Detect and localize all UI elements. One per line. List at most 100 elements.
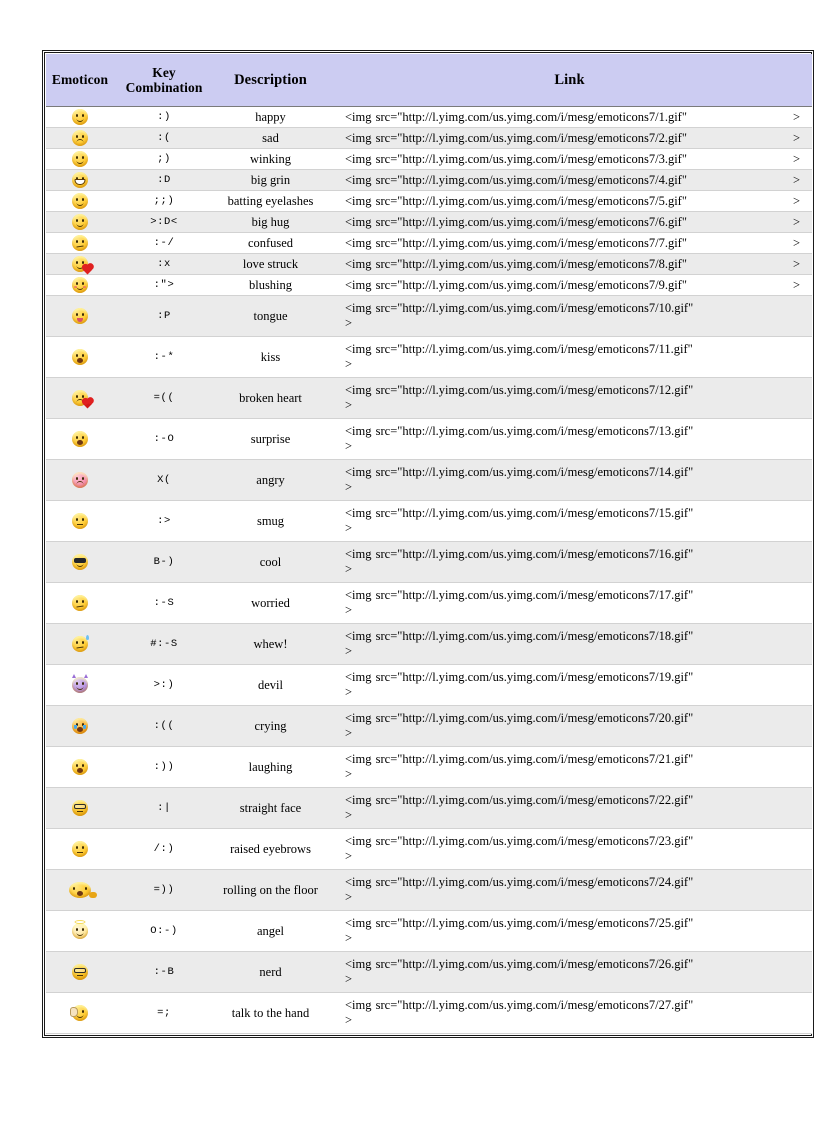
description-cell: nerd (214, 951, 327, 993)
key-combination-cell: :x (114, 253, 214, 275)
table-row: :-* kiss <img src="http://l.yimg.com/us.yi… (46, 336, 812, 378)
key-combination-cell: #:-S (114, 623, 214, 665)
description-cell: confused (214, 232, 327, 254)
emoticon-table-frame: Emoticon Key Combination Description Lin… (42, 50, 814, 1038)
emoticon-icon (46, 148, 114, 170)
key-combination-cell: =; (114, 992, 214, 1034)
description-cell: rolling on the floor (214, 869, 327, 911)
key-combination-cell: O:-) (114, 910, 214, 952)
key-combination-cell: =)) (114, 869, 214, 911)
description-cell: broken heart (214, 377, 327, 419)
link-markup-tail: > (345, 931, 353, 945)
table-row: :-/confused <img src="http://l.yimg.com/u… (46, 232, 812, 254)
key-combination-line2: Combination (125, 80, 203, 95)
description-cell: crying (214, 705, 327, 747)
table-row: :(sad <img src="http://l.yimg.com/us.yimg… (46, 127, 812, 149)
key-combination-cell: :)) (114, 746, 214, 788)
link-markup-tail: > (792, 151, 800, 166)
link-cell: <img src="http://l.yimg.com/us.yimg.com/… (327, 992, 812, 1034)
key-combination-cell: :> (114, 500, 214, 542)
link-markup-text: <img src="http://l.yimg.com/us.yimg.com/… (345, 193, 687, 208)
link-markup-text: <img src="http://l.yimg.com/us.yimg.com/… (345, 588, 694, 602)
key-combination-cell: :-/ (114, 232, 214, 254)
link-markup-text: <img src="http://l.yimg.com/us.yimg.com/… (345, 752, 694, 766)
table-header-row: Emoticon Key Combination Description Lin… (46, 54, 812, 107)
link-cell: <img src="http://l.yimg.com/us.yimg.com/… (327, 541, 812, 583)
link-markup-tail: > (345, 1013, 353, 1027)
emoticon-icon (46, 500, 114, 542)
emoticon-icon (46, 869, 114, 911)
emoticon-icon (46, 705, 114, 747)
link-markup-text: <img src="http://l.yimg.com/us.yimg.com/… (345, 235, 687, 250)
table-row: B-) cool <img src="http://l.yimg.com/us.yi… (46, 541, 812, 583)
link-cell: <img src="http://l.yimg.com/us.yimg.com/… (327, 951, 812, 993)
emoticon-icon (46, 377, 114, 419)
column-header-description: Description (214, 54, 327, 107)
description-cell: devil (214, 664, 327, 706)
table-row: >:) devil <img src="http://l.yimg.com/us.y… (46, 664, 812, 706)
table-row: :D big grin <img src="http://l.yimg.com/us… (46, 169, 812, 191)
table-row: /:) raised eyebrows <img src="http://l.yim… (46, 828, 812, 870)
table-row: =)) rolling on the floor <img src="http://… (46, 869, 812, 911)
description-cell: straight face (214, 787, 327, 829)
emoticon-icon (46, 459, 114, 501)
link-markup-text: <img src="http://l.yimg.com/us.yimg.com/… (345, 670, 694, 684)
description-cell: raised eyebrows (214, 828, 327, 870)
link-cell: <img src="http://l.yimg.com/us.yimg.com/… (327, 274, 812, 296)
link-markup-tail: > (345, 685, 353, 699)
description-cell: batting eyelashes (214, 190, 327, 212)
link-markup-tail: > (792, 214, 800, 229)
table-row: :-B nerd <img src="http://l.yimg.com/us.yi… (46, 951, 812, 993)
table-row: :)) laughing <img src="http://l.yimg.com/u… (46, 746, 812, 788)
link-markup-tail: > (345, 808, 353, 822)
key-combination-cell: :"> (114, 274, 214, 296)
table-row: :((crying <img src="http://l.yimg.com/us.… (46, 705, 812, 747)
emoticon-icon (46, 787, 114, 829)
link-markup-tail: > (792, 193, 800, 208)
link-markup-tail: > (345, 767, 353, 781)
link-cell: <img src="http://l.yimg.com/us.yimg.com/… (327, 787, 812, 829)
column-header-emoticon: Emoticon (46, 54, 114, 107)
link-markup-text: <img src="http://l.yimg.com/us.yimg.com/… (345, 465, 694, 479)
link-markup-text: <img src="http://l.yimg.com/us.yimg.com/… (345, 834, 694, 848)
table-header: Emoticon Key Combination Description Lin… (46, 54, 812, 107)
emoticon-icon (46, 418, 114, 460)
description-cell: blushing (214, 274, 327, 296)
link-markup-text: <img src="http://l.yimg.com/us.yimg.com/… (345, 547, 694, 561)
link-cell: <img src="http://l.yimg.com/us.yimg.com/… (327, 169, 812, 191)
key-combination-cell: /:) (114, 828, 214, 870)
link-markup-text: <img src="http://l.yimg.com/us.yimg.com/… (345, 109, 687, 124)
table-row: ;) winking <img src="http://l.yimg.com/us.… (46, 148, 812, 170)
table-row: :"> blushing <img src="http://l.yimg.com/u… (46, 274, 812, 296)
link-markup-tail: > (345, 972, 353, 986)
description-cell: sad (214, 127, 327, 149)
link-markup-text: <img src="http://l.yimg.com/us.yimg.com/… (345, 277, 687, 292)
key-combination-cell: :D (114, 169, 214, 191)
description-cell: surprise (214, 418, 327, 460)
key-combination-cell: >:) (114, 664, 214, 706)
link-markup-tail: > (345, 480, 353, 494)
key-combination-cell: :) (114, 106, 214, 128)
link-cell: <img src="http://l.yimg.com/us.yimg.com/… (327, 190, 812, 212)
link-markup-tail: > (345, 644, 353, 658)
table-row: =((broken heart <img src="http://l.yimg.c… (46, 377, 812, 419)
link-cell: <img src="http://l.yimg.com/us.yimg.com/… (327, 746, 812, 788)
description-cell: tongue (214, 295, 327, 337)
link-cell: <img src="http://l.yimg.com/us.yimg.com/… (327, 253, 812, 275)
emoticon-icon (46, 664, 114, 706)
link-markup-tail: > (345, 316, 353, 330)
link-cell: <img src="http://l.yimg.com/us.yimg.com/… (327, 418, 812, 460)
link-cell: <img src="http://l.yimg.com/us.yimg.com/… (327, 211, 812, 233)
emoticon-icon (46, 274, 114, 296)
link-cell: <img src="http://l.yimg.com/us.yimg.com/… (327, 106, 812, 128)
emoticon-icon (46, 828, 114, 870)
link-markup-tail: > (345, 726, 353, 740)
description-cell: happy (214, 106, 327, 128)
emoticon-icon (46, 106, 114, 128)
link-cell: <img src="http://l.yimg.com/us.yimg.com/… (327, 148, 812, 170)
column-header-key-combination: Key Combination (114, 54, 214, 107)
description-cell: angry (214, 459, 327, 501)
link-cell: <img src="http://l.yimg.com/us.yimg.com/… (327, 869, 812, 911)
key-combination-cell: :P (114, 295, 214, 337)
link-markup-tail: > (345, 398, 353, 412)
